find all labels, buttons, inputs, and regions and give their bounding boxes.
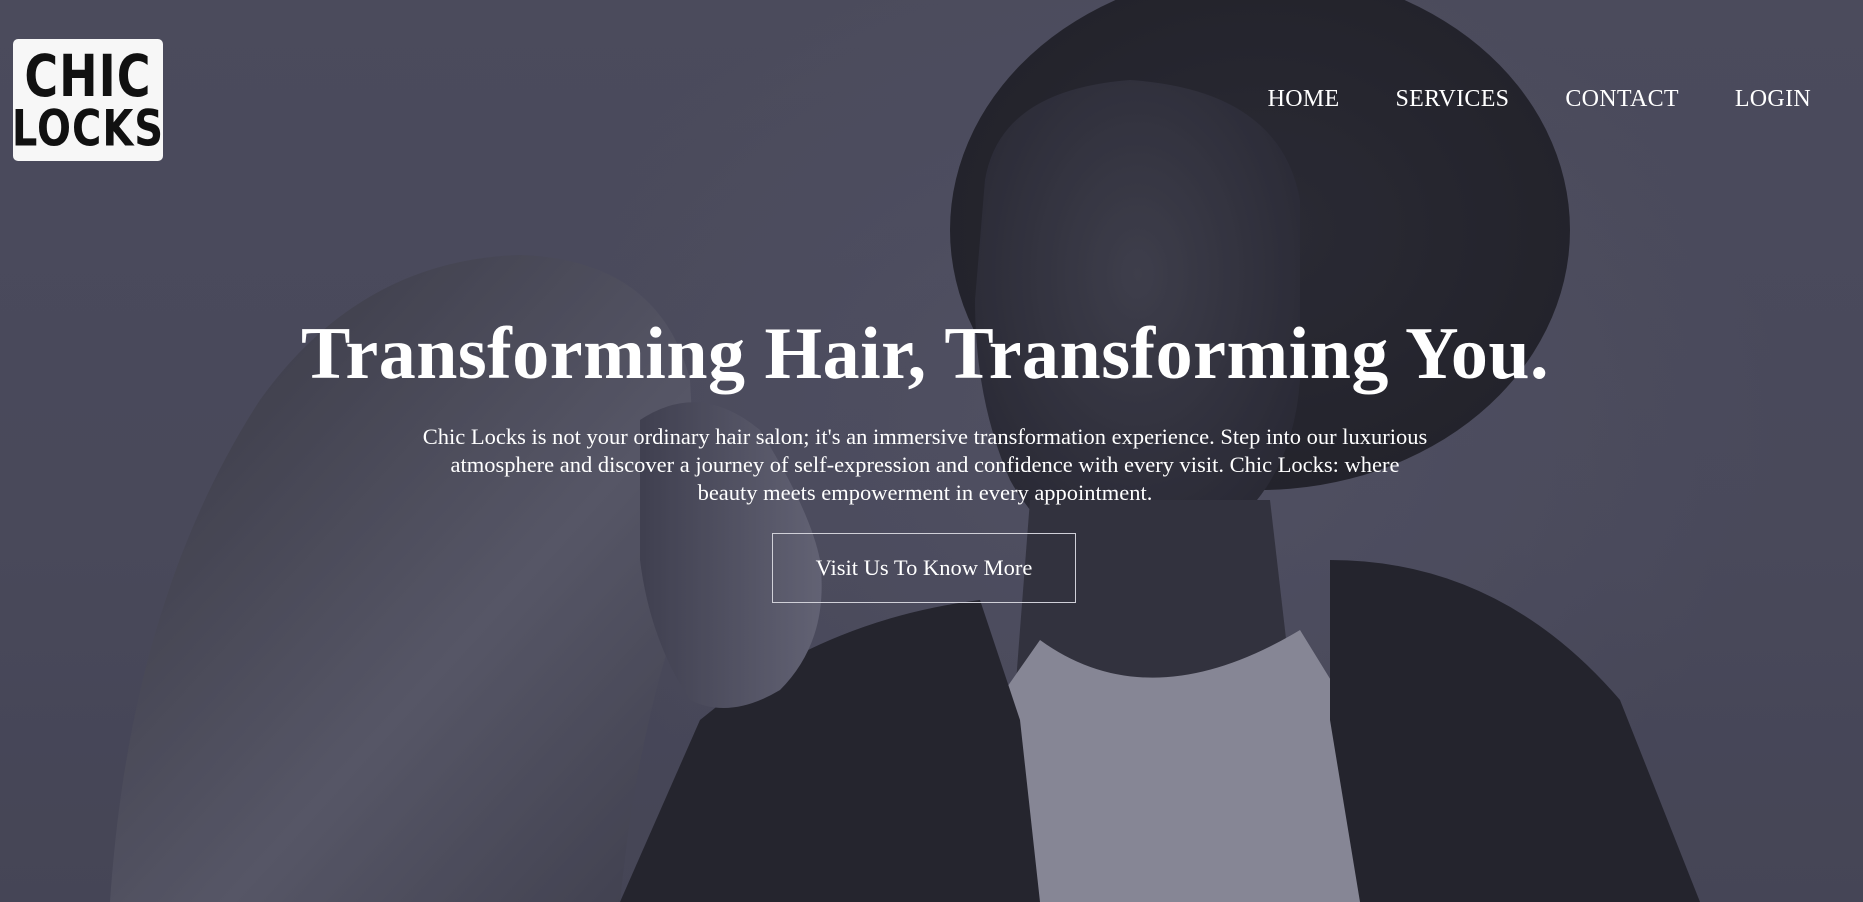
chic-locks-logo[interactable]: CHIC LOCKS [11,39,165,161]
logo-text-chic: CHIC [24,42,152,110]
nav-link-home[interactable]: HOME [1268,86,1340,113]
visit-us-button[interactable]: Visit Us To Know More [772,533,1076,603]
logo-text-locks: LOCKS [11,100,165,158]
nav-link-login[interactable]: LOGIN [1735,86,1811,113]
hero-description: Chic Locks is not your ordinary hair sal… [422,424,1428,505]
nav-link-contact[interactable]: CONTACT [1565,86,1679,113]
hero-section: CHIC LOCKS HOME SERVICES CONTACT LOGIN T… [0,0,1863,902]
main-nav: HOME SERVICES CONTACT LOGIN [1268,86,1811,113]
nav-link-services[interactable]: SERVICES [1395,86,1509,113]
hero-headline: Transforming Hair, Transforming You. [301,313,1549,395]
